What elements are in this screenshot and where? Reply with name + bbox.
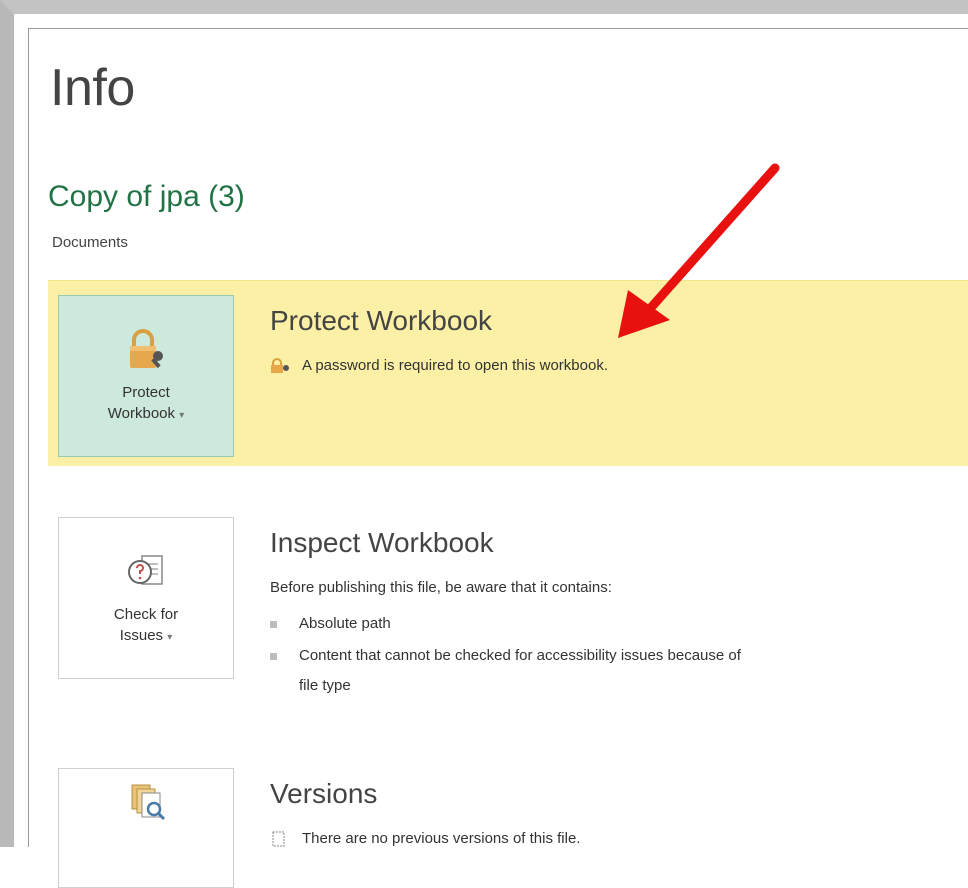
document-name: Copy of jpa (3)	[48, 180, 245, 213]
protect-status: A password is required to open this work…	[270, 357, 608, 374]
page-title: Info	[50, 59, 135, 117]
manage-versions-button[interactable]	[58, 768, 234, 888]
check-button-label-2: Issues	[119, 627, 164, 644]
versions-status: There are no previous versions of this f…	[270, 830, 580, 847]
annotation-arrow-icon	[618, 163, 780, 338]
inspect-item-text: Absolute path	[299, 615, 391, 632]
versions-status-text: There are no previous versions of this f…	[302, 830, 581, 847]
bullet-icon	[270, 652, 277, 660]
small-lock-icon	[271, 358, 289, 374]
protect-button-label-1: Protect	[122, 384, 170, 401]
inspect-workbook-section: Check for Issues ▾ Inspect Workbook Befo…	[48, 517, 968, 694]
protect-heading: Protect Workbook	[270, 305, 493, 336]
check-button-label-1: Check for	[113, 606, 179, 623]
inspect-item: Absolute path	[270, 615, 391, 632]
protect-button-label-2: Workbook	[107, 405, 176, 422]
versions-icon	[131, 784, 166, 821]
inspect-item-text: Content that cannot be checked for acces…	[299, 647, 741, 664]
version-document-icon	[272, 831, 285, 847]
versions-section: Versions There are no previous versions …	[48, 768, 968, 888]
protect-workbook-section: Protect Workbook ▾ Protect Workbook A pa…	[48, 280, 968, 466]
inspect-item: Content that cannot be checked for acces…	[270, 647, 741, 664]
check-for-issues-button[interactable]: Check for Issues ▾	[58, 517, 234, 679]
protect-workbook-button[interactable]: Protect Workbook ▾	[58, 295, 234, 457]
chevron-down-icon: ▾	[179, 410, 185, 421]
inspect-intro: Before publishing this file, be aware th…	[270, 579, 612, 596]
chevron-down-icon: ▾	[167, 632, 173, 643]
bullet-icon	[270, 620, 277, 628]
inspect-document-icon	[128, 555, 163, 585]
document-location[interactable]: Documents	[52, 234, 128, 251]
inspect-heading: Inspect Workbook	[270, 527, 494, 558]
lock-key-icon	[130, 329, 163, 369]
protect-status-text: A password is required to open this work…	[302, 357, 608, 374]
versions-heading: Versions	[270, 778, 378, 809]
inspect-item-continuation: file type	[299, 677, 351, 694]
